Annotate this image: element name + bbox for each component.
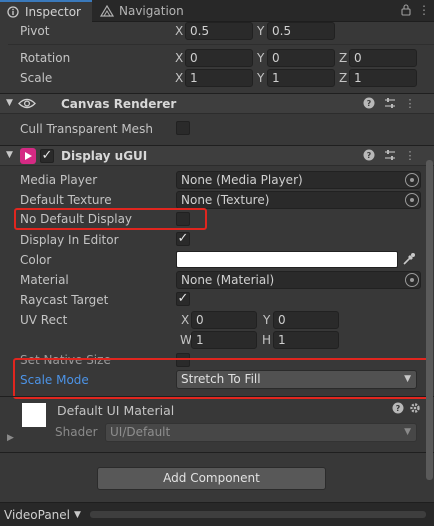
vertical-scrollbar[interactable] <box>426 160 433 480</box>
avpro-video-icon <box>20 148 36 164</box>
canvas-renderer-title: Canvas Renderer <box>61 97 177 111</box>
lock-icon[interactable] <box>400 4 412 16</box>
scale-mode-label: Scale Mode <box>20 373 89 387</box>
scale-mode-value: Stretch To Fill <box>181 372 261 386</box>
media-player-label: Media Player <box>20 173 98 187</box>
pivot-x-axis: X <box>175 24 184 38</box>
help-icon[interactable]: ? <box>391 402 405 416</box>
shader-label: Shader <box>55 425 98 439</box>
rotation-label: Rotation <box>20 51 71 65</box>
rotation-y-axis: Y <box>257 51 265 65</box>
rotation-z-field[interactable]: 0 <box>349 49 417 67</box>
canvas-renderer-header[interactable]: ▼ Canvas Renderer ? ⋮ <box>0 93 434 114</box>
uv-y-axis: Y <box>263 313 271 327</box>
tab-navigation[interactable]: Navigation <box>94 0 194 22</box>
dropdown-arrow-icon: ▼ <box>404 427 411 437</box>
scale-label: Scale <box>20 71 53 85</box>
scale-y-field[interactable]: 1 <box>267 69 335 87</box>
pivot-x-field[interactable]: 0.5 <box>185 22 253 40</box>
raycast-target-label: Raycast Target <box>20 293 109 307</box>
display-ugui-header[interactable]: ▼ ✓ Display uGUI ? ⋮ <box>0 145 434 166</box>
color-label: Color <box>20 253 52 267</box>
no-default-display-checkbox[interactable] <box>176 212 190 226</box>
pivot-y-axis: Y <box>257 24 265 38</box>
uv-x-axis: X <box>181 313 190 327</box>
window-tab-bar: Inspector Navigation ⋮ <box>0 0 434 22</box>
add-component-button[interactable]: Add Component <box>97 467 326 490</box>
tab-inspector-label: Inspector <box>25 5 81 19</box>
display-in-editor-checkbox[interactable]: ✓ <box>176 232 190 246</box>
videopanel-label: VideoPanel <box>4 508 70 522</box>
dropdown-arrow-icon: ▼ <box>404 374 411 384</box>
svg-text:?: ? <box>367 151 372 160</box>
dropdown-arrow-icon: ▼ <box>74 510 81 520</box>
foldout-arrow-icon[interactable]: ▼ <box>6 98 13 108</box>
scale-z-axis: Z <box>339 71 348 85</box>
divider <box>0 396 434 397</box>
kebab-menu-icon[interactable]: ⋮ <box>403 97 417 111</box>
material-preview-swatch <box>22 403 46 427</box>
kebab-menu-icon[interactable]: ⋮ <box>418 4 430 16</box>
svg-text:?: ? <box>396 404 401 413</box>
uv-w-field[interactable]: 1 <box>191 331 257 349</box>
uv-rect-label: UV Rect <box>20 313 68 327</box>
status-bar: VideoPanel ▼ <box>0 502 434 526</box>
info-icon <box>7 6 19 18</box>
shader-dropdown[interactable]: UI/Default ▼ <box>105 423 417 442</box>
object-picker-icon[interactable] <box>405 273 419 287</box>
preset-sliders-icon[interactable] <box>383 149 397 163</box>
settings-gear-icon[interactable] <box>408 402 422 416</box>
material-label: Material <box>20 273 69 287</box>
pivot-y-field[interactable]: 0.5 <box>267 22 335 40</box>
uv-h-field[interactable]: 1 <box>273 331 339 349</box>
svg-text:?: ? <box>367 99 372 108</box>
uv-h-axis: H <box>262 333 272 347</box>
uv-x-field[interactable]: 0 <box>191 311 257 329</box>
scale-z-field[interactable]: 1 <box>349 69 417 87</box>
rotation-x-field[interactable]: 0 <box>185 49 253 67</box>
eyedropper-icon[interactable] <box>402 252 416 266</box>
videopanel-dropdown[interactable]: VideoPanel ▼ <box>4 507 81 523</box>
display-ugui-enabled-checkbox[interactable]: ✓ <box>40 149 54 163</box>
scale-x-field[interactable]: 1 <box>185 69 253 87</box>
color-swatch-field[interactable] <box>176 251 398 268</box>
foldout-arrow-icon[interactable]: ▶ <box>7 433 14 443</box>
display-in-editor-label: Display In Editor <box>20 233 119 247</box>
default-texture-label: Default Texture <box>20 193 112 207</box>
divider <box>8 44 434 45</box>
no-default-display-label: No Default Display <box>20 212 133 226</box>
object-picker-icon[interactable] <box>405 173 419 187</box>
cull-transparent-mesh-label: Cull Transparent Mesh <box>20 122 153 136</box>
material-field[interactable]: None (Material) <box>176 271 421 289</box>
pivot-label: Pivot <box>20 24 50 38</box>
raycast-target-checkbox[interactable]: ✓ <box>176 292 190 306</box>
foldout-arrow-icon[interactable]: ▼ <box>6 150 13 160</box>
eye-icon <box>18 98 36 109</box>
rotation-x-axis: X <box>175 51 184 65</box>
rotation-z-axis: Z <box>339 51 348 65</box>
horizontal-scrollbar[interactable] <box>90 511 426 518</box>
preset-sliders-icon[interactable] <box>383 97 397 111</box>
kebab-menu-icon[interactable]: ⋮ <box>403 149 417 163</box>
display-ugui-title: Display uGUI <box>61 149 148 163</box>
scale-y-axis: Y <box>257 71 265 85</box>
object-picker-icon[interactable] <box>405 193 419 207</box>
navigation-icon <box>100 5 114 17</box>
divider <box>0 452 434 453</box>
help-icon[interactable]: ? <box>362 97 376 111</box>
uv-y-field[interactable]: 0 <box>273 311 339 329</box>
tab-navigation-label: Navigation <box>119 4 184 18</box>
default-texture-field[interactable]: None (Texture) <box>176 191 421 209</box>
media-player-field[interactable]: None (Media Player) <box>176 171 421 189</box>
tab-inspector[interactable]: Inspector <box>0 0 92 22</box>
shader-value: UI/Default <box>110 425 171 439</box>
scale-mode-dropdown[interactable]: Stretch To Fill ▼ <box>176 370 417 389</box>
help-icon[interactable]: ? <box>362 149 376 163</box>
scale-x-axis: X <box>175 71 184 85</box>
material-name: Default UI Material <box>57 403 175 418</box>
cull-transparent-mesh-checkbox[interactable] <box>176 121 190 135</box>
rotation-y-field[interactable]: 0 <box>267 49 335 67</box>
